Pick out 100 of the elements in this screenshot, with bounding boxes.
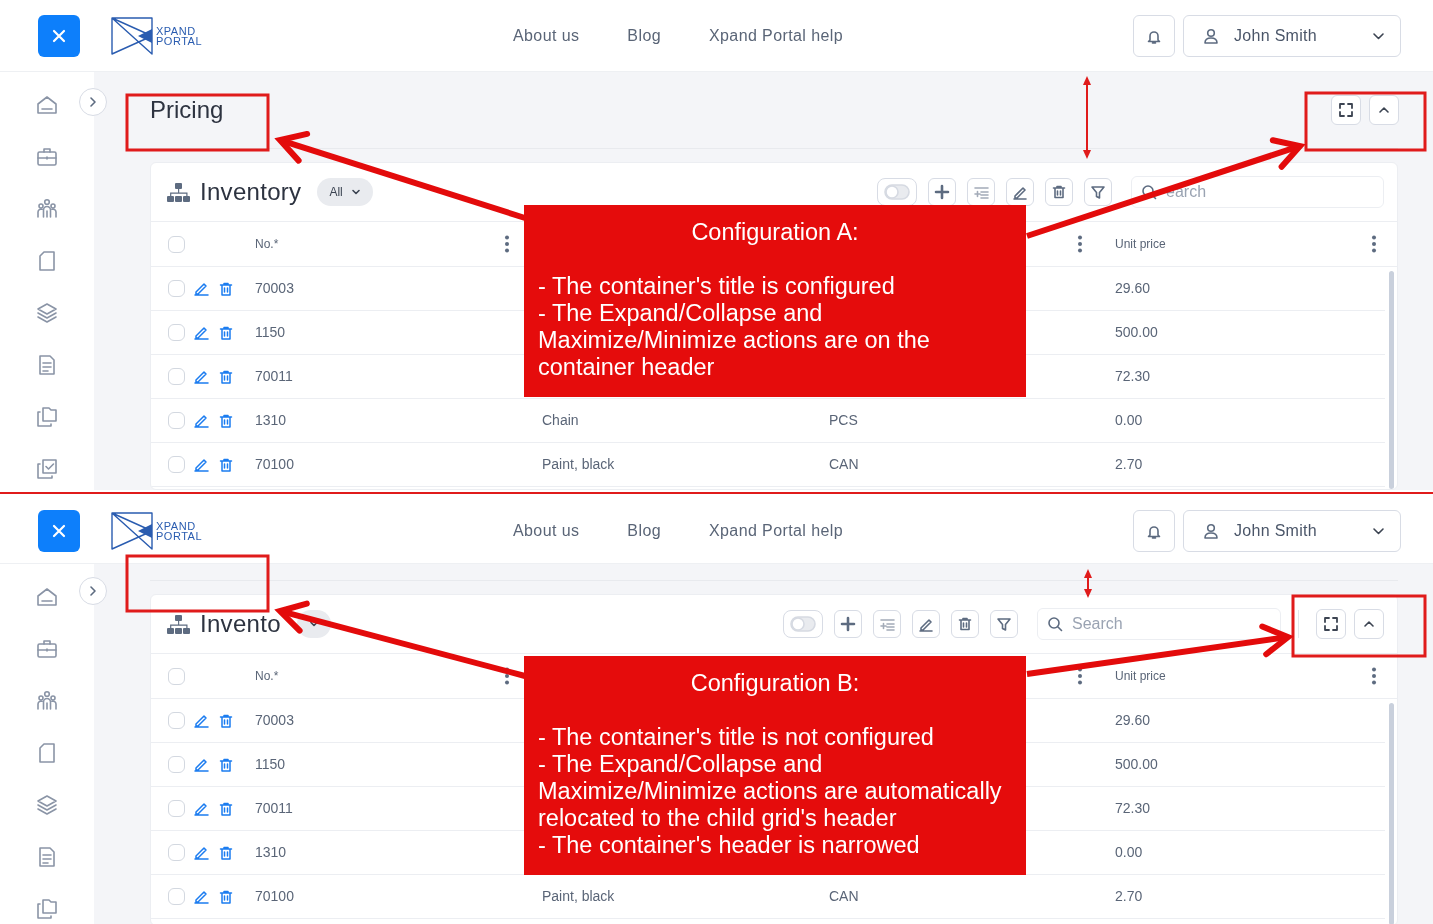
plus-icon — [934, 184, 950, 200]
column-header: No.* — [255, 668, 279, 685]
callout-text: - The container's title is configured — [538, 273, 896, 300]
row-checkbox[interactable] — [168, 324, 185, 341]
table-cell: 70003 — [255, 712, 294, 728]
pencil-icon[interactable] — [193, 324, 210, 341]
nav-link[interactable]: Xpand Portal help — [709, 518, 843, 543]
row-checkbox[interactable] — [168, 888, 185, 905]
pencil-icon[interactable] — [193, 412, 210, 429]
notification-button[interactable] — [1133, 14, 1175, 57]
nav-link[interactable]: Blog — [627, 23, 661, 48]
table-cell: 70003 — [255, 280, 294, 296]
switch-icon — [790, 616, 816, 632]
kebab-menu-icon[interactable] — [1371, 667, 1377, 685]
kebab-menu-icon[interactable] — [504, 235, 510, 253]
pencil-icon[interactable] — [193, 280, 210, 297]
maximize-icon — [1323, 616, 1339, 632]
trash-icon[interactable] — [218, 888, 234, 905]
search-field[interactable]: Search — [1037, 608, 1281, 640]
collapse-button[interactable] — [1369, 95, 1399, 125]
insert-lines-icon — [973, 184, 989, 200]
trash-icon[interactable] — [218, 412, 234, 429]
folders-icon[interactable] — [35, 897, 59, 921]
container-title: Pricing — [150, 95, 224, 125]
table-cell: 72.30 — [1115, 368, 1151, 384]
trash-icon[interactable] — [218, 712, 234, 729]
table-cell: CAN — [829, 456, 859, 472]
row-checkbox[interactable] — [168, 800, 185, 817]
row-checkbox[interactable] — [168, 368, 185, 385]
add-button[interactable] — [928, 178, 956, 206]
trash-icon[interactable] — [218, 368, 234, 385]
trash-icon[interactable] — [218, 324, 234, 341]
delete-button[interactable] — [951, 610, 979, 638]
delete-button[interactable] — [1045, 178, 1073, 206]
edit-button[interactable] — [1006, 178, 1034, 206]
hierarchy-icon — [166, 613, 191, 635]
trash-icon[interactable] — [218, 280, 234, 297]
trash-icon[interactable] — [218, 844, 234, 861]
collapse-button[interactable] — [1354, 609, 1384, 639]
pencil-icon[interactable] — [193, 712, 210, 729]
callout-text: - The container's header is narrowed — [538, 832, 921, 859]
folders-icon[interactable] — [35, 405, 59, 429]
select-all-checkbox[interactable] — [168, 235, 185, 253]
nav-link[interactable]: About us — [513, 23, 580, 48]
kebab-menu-icon[interactable] — [504, 667, 510, 685]
trash-icon[interactable] — [218, 756, 234, 773]
pencil-icon[interactable] — [193, 368, 210, 385]
close-button[interactable] — [38, 14, 80, 57]
row-checkbox[interactable] — [168, 712, 185, 729]
filter-button[interactable] — [990, 610, 1018, 638]
trash-icon[interactable] — [218, 800, 234, 817]
row-checkbox[interactable] — [168, 412, 185, 429]
maximize-button[interactable] — [1316, 609, 1346, 639]
briefcase-icon[interactable] — [35, 145, 59, 169]
filter-dropdown[interactable]: All — [317, 178, 373, 206]
pencil-icon[interactable] — [193, 756, 210, 773]
nav-link[interactable]: About us — [513, 518, 580, 543]
trash-icon[interactable] — [218, 456, 234, 473]
select-all-checkbox[interactable] — [168, 667, 185, 685]
nav-link[interactable]: Blog — [627, 518, 661, 543]
pencil-icon[interactable] — [193, 888, 210, 905]
user-icon — [1202, 521, 1220, 540]
layers-icon[interactable] — [35, 301, 59, 325]
user-menu[interactable]: John Smith — [1183, 509, 1401, 552]
row-checkbox[interactable] — [168, 844, 185, 861]
filter-button[interactable] — [1084, 178, 1112, 206]
notification-button[interactable] — [1133, 509, 1175, 552]
home-icon[interactable] — [35, 585, 59, 609]
layers-icon[interactable] — [35, 793, 59, 817]
row-checkbox[interactable] — [168, 456, 185, 473]
table-cell: 1310 — [255, 412, 287, 428]
close-button[interactable] — [38, 509, 80, 552]
user-icon — [1202, 26, 1220, 45]
briefcase-icon[interactable] — [35, 637, 59, 661]
row-checkbox[interactable] — [168, 756, 185, 773]
trash-icon — [1051, 184, 1067, 200]
nav-link[interactable]: Xpand Portal help — [709, 23, 843, 48]
search-icon — [1141, 184, 1157, 200]
callout-text: - The Expand/Collapse and Maximize/Minimize actions are automatically relocated to the child grid's header — [538, 751, 1003, 832]
home-icon[interactable] — [35, 93, 59, 117]
grid-title: Invento — [200, 609, 281, 639]
toggle-switch[interactable] — [783, 610, 823, 638]
maximize-button[interactable] — [1331, 95, 1361, 125]
kebab-menu-icon[interactable] — [1077, 667, 1083, 685]
toggle-switch[interactable] — [877, 178, 917, 206]
add-button[interactable] — [834, 610, 862, 638]
pencil-icon[interactable] — [193, 844, 210, 861]
row-checkbox[interactable] — [168, 280, 185, 297]
checked-pages-icon[interactable] — [35, 457, 59, 481]
insert-lines-button[interactable] — [967, 178, 995, 206]
edit-button[interactable] — [912, 610, 940, 638]
table-cell: 500.00 — [1115, 756, 1158, 772]
filter-icon — [1090, 184, 1106, 200]
people-icon[interactable] — [35, 689, 59, 713]
kebab-menu-icon[interactable] — [1371, 235, 1377, 253]
people-icon[interactable] — [35, 197, 59, 221]
pencil-icon[interactable] — [193, 456, 210, 473]
user-menu[interactable]: John Smith — [1183, 14, 1401, 57]
kebab-menu-icon[interactable] — [1077, 235, 1083, 253]
pencil-icon[interactable] — [193, 800, 210, 817]
